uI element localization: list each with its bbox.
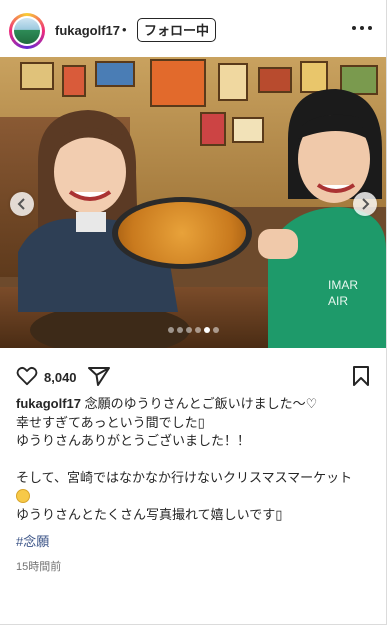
wall-poster xyxy=(95,61,135,87)
action-bar: 8,040 xyxy=(0,357,387,393)
following-button[interactable]: フォロー中 xyxy=(137,18,217,42)
svg-text:IMAR: IMAR xyxy=(328,278,358,292)
post-timestamp[interactable]: 15時間前 xyxy=(16,558,61,574)
caption-username[interactable]: fukagolf17 xyxy=(16,396,81,411)
chevron-right-icon xyxy=(362,198,370,210)
avatar[interactable] xyxy=(9,13,45,49)
post-header: fukagolf17 • フォロー中 xyxy=(0,0,387,57)
paella-pan xyxy=(112,197,252,269)
header-username[interactable]: fukagolf17 xyxy=(55,23,120,38)
wall-poster xyxy=(218,63,248,101)
carousel-dot xyxy=(204,327,210,333)
carousel-dot xyxy=(177,327,183,333)
carousel-dot xyxy=(213,327,219,333)
caption-line: ゆうりさんありがとうございました！！ xyxy=(16,433,251,448)
more-horizontal-icon[interactable] xyxy=(352,22,374,34)
carousel-next-button[interactable] xyxy=(353,192,377,216)
caption-line: 念願のゆうりさんとご飯いけました～♡ xyxy=(81,396,318,411)
wall-poster xyxy=(200,112,226,146)
paper-plane-icon[interactable] xyxy=(88,366,110,386)
post-caption: fukagolf17 念願のゆうりさんとご飯いけました～♡ 幸せすぎてあっという… xyxy=(16,395,376,525)
hashtag-link[interactable]: #念願 xyxy=(16,531,49,550)
wall-poster xyxy=(62,65,86,97)
smile-emoji-icon xyxy=(16,488,30,503)
wall-poster xyxy=(20,62,54,90)
separator-dot: • xyxy=(122,22,127,37)
post-card: fukagolf17 • フォロー中 IMAR AIR 8,040 fukago… xyxy=(0,0,387,625)
caption-line: ゆうりさんとたくさん写真撮れて嬉しいです▯ xyxy=(16,507,283,522)
chevron-left-icon xyxy=(17,198,25,210)
caption-line: そして、宮崎ではなかなか行けないクリスマスマーケット xyxy=(16,470,353,485)
carousel-dot xyxy=(186,327,192,333)
post-photo[interactable]: IMAR AIR xyxy=(0,57,386,348)
wall-poster xyxy=(150,59,206,107)
svg-text:AIR: AIR xyxy=(328,294,348,308)
carousel-dot xyxy=(168,327,174,333)
bookmark-icon[interactable] xyxy=(352,366,370,386)
like-count[interactable]: 8,040 xyxy=(44,370,77,385)
heart-icon[interactable] xyxy=(16,366,38,386)
carousel-dot xyxy=(195,327,201,333)
caption-line: 幸せすぎてあっという間でした▯ xyxy=(16,414,205,430)
carousel-prev-button[interactable] xyxy=(10,192,34,216)
